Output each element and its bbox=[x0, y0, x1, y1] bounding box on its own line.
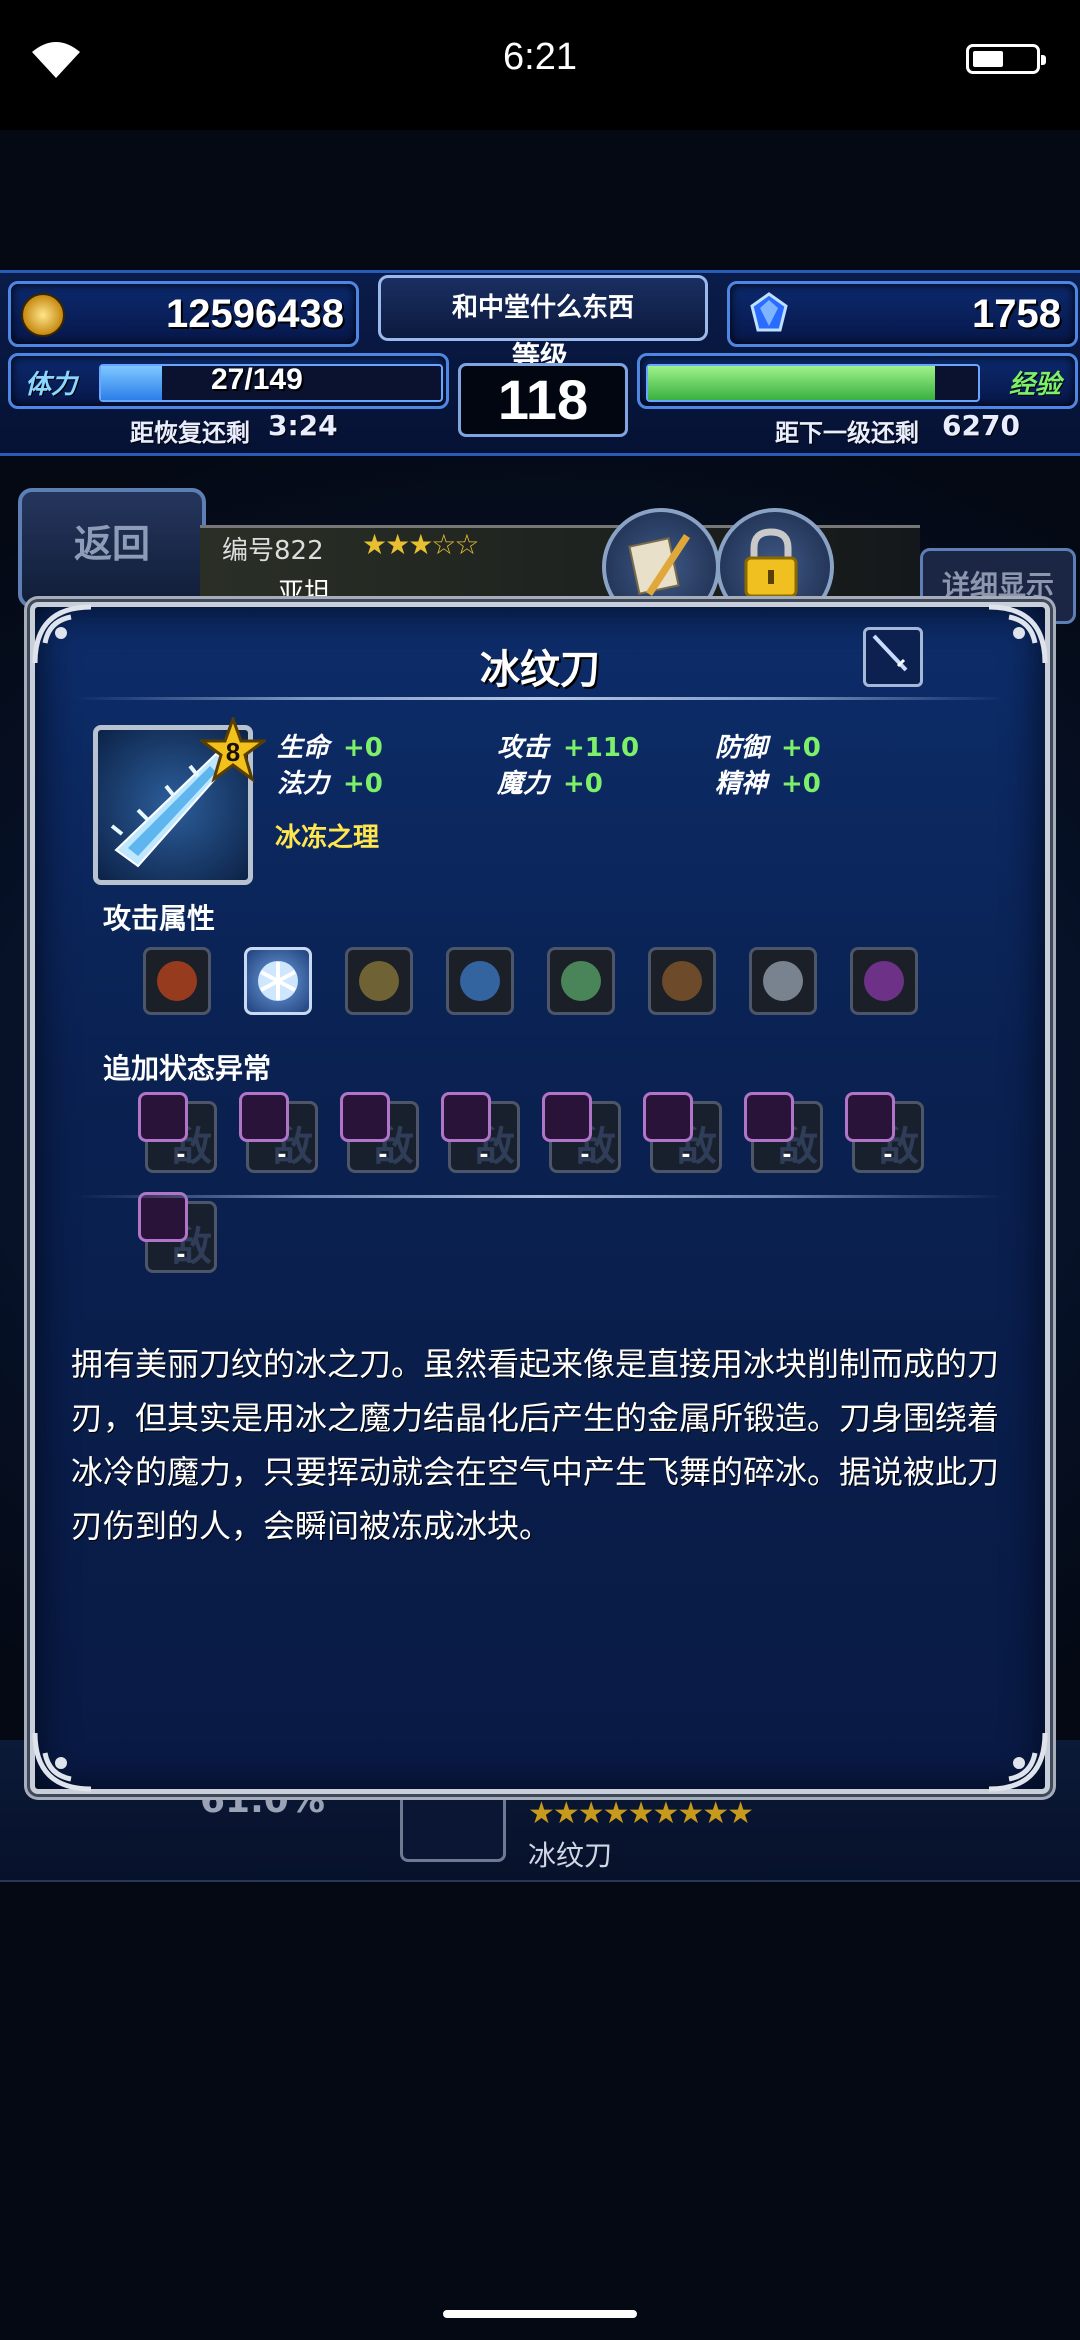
death-icon: 敌- bbox=[138, 1192, 217, 1273]
ice-icon bbox=[244, 947, 312, 1015]
weapon-type-badge bbox=[863, 627, 923, 687]
item-ability: 冰冻之理 bbox=[275, 823, 380, 853]
back-button[interactable]: 返回 bbox=[18, 488, 206, 608]
battery-icon bbox=[966, 44, 1046, 74]
item-detail-dialog[interactable]: 冰纹刀 8 生命 +0 攻击 +110 防御 +0 法力 +0 魔力 +0 精神 +0 冰冻… bbox=[30, 602, 1050, 1794]
lapis-gem-icon bbox=[750, 292, 788, 332]
sword-icon bbox=[872, 634, 908, 672]
water-icon bbox=[446, 947, 514, 1015]
paralyze-icon: 敌- bbox=[542, 1092, 621, 1173]
exp-bar bbox=[646, 364, 980, 402]
blind-icon: 敌- bbox=[239, 1092, 318, 1173]
next-level-label: 距下一级还剩 bbox=[775, 419, 919, 447]
row-item-thumbnail[interactable] bbox=[400, 1790, 506, 1862]
rarity-star-icon: 8 bbox=[200, 717, 266, 783]
sleep-icon: 敌- bbox=[340, 1092, 419, 1173]
corner-ornament-icon bbox=[988, 1732, 1048, 1792]
exp-bar-fill bbox=[648, 366, 936, 400]
holy-icon bbox=[749, 947, 817, 1015]
gil-amount: 12596438 bbox=[166, 292, 344, 336]
stat-spr: 精神 +0 bbox=[715, 769, 821, 799]
section-divider bbox=[75, 1195, 1005, 1198]
level-value: 118 bbox=[458, 363, 628, 437]
fire-icon bbox=[143, 947, 211, 1015]
gem-amount: 1758 bbox=[972, 292, 1061, 336]
quill-icon bbox=[628, 534, 690, 596]
exp-panel: 经验 bbox=[637, 353, 1078, 409]
silence-icon: 敌- bbox=[441, 1092, 520, 1173]
home-indicator[interactable] bbox=[443, 2310, 637, 2318]
row-item-stars: ★★★★★★★★★ bbox=[528, 1796, 754, 1831]
item-description: 拥有美丽刀纹的冰之刀。虽然看起来像是直接用冰块削制而成的刀刃，但其实是用冰之魔力… bbox=[71, 1345, 1000, 1545]
lock-icon bbox=[744, 528, 798, 598]
lightning-icon bbox=[345, 947, 413, 1015]
corner-ornament-icon bbox=[32, 1732, 92, 1792]
gem-panel: 1758 bbox=[727, 281, 1078, 347]
rarity-value: 8 bbox=[226, 737, 240, 767]
stamina-value: 27/149 bbox=[211, 363, 303, 396]
gil-panel: 12596438 bbox=[8, 281, 359, 347]
stat-atk: 攻击 +110 bbox=[497, 733, 640, 763]
player-name: 和中堂什么东西 bbox=[378, 275, 708, 341]
attack-attribute-label: 攻击属性 bbox=[103, 902, 216, 935]
stat-hp: 生命 +0 bbox=[277, 733, 383, 763]
status-bar: 6:21 bbox=[0, 0, 1080, 130]
next-level-value: 6270 bbox=[942, 409, 1020, 442]
poison-icon: 敌- bbox=[138, 1092, 217, 1173]
earth-icon bbox=[648, 947, 716, 1015]
dark-icon bbox=[850, 947, 918, 1015]
stamina-label: 体力 bbox=[25, 370, 78, 400]
status-time: 6:21 bbox=[503, 36, 577, 78]
recover-time: 3:24 bbox=[268, 409, 338, 442]
title-divider bbox=[75, 697, 1005, 700]
unit-id: 编号822 bbox=[222, 536, 324, 566]
recover-label: 距恢复还剩 bbox=[130, 419, 250, 447]
row-item-name: 冰纹刀 bbox=[528, 1839, 613, 1872]
status-effect-label: 追加状态异常 bbox=[103, 1052, 272, 1085]
unit-stars: ★★★☆☆ bbox=[362, 528, 480, 561]
stat-mag: 魔力 +0 bbox=[497, 769, 603, 799]
stat-mp: 法力 +0 bbox=[277, 769, 383, 799]
confuse-icon: 敌- bbox=[643, 1092, 722, 1173]
wind-icon bbox=[547, 947, 615, 1015]
disease-icon: 敌- bbox=[744, 1092, 823, 1173]
petrify-icon: 敌- bbox=[845, 1092, 924, 1173]
exp-label: 经验 bbox=[1008, 370, 1061, 400]
top-hud: 12596438 1758 体力 27/149 距恢复还剩 3:24 和中堂什么… bbox=[0, 270, 1080, 456]
stamina-bar-fill bbox=[101, 366, 163, 400]
stat-def: 防御 +0 bbox=[715, 733, 821, 763]
gil-coin-icon bbox=[21, 293, 65, 337]
